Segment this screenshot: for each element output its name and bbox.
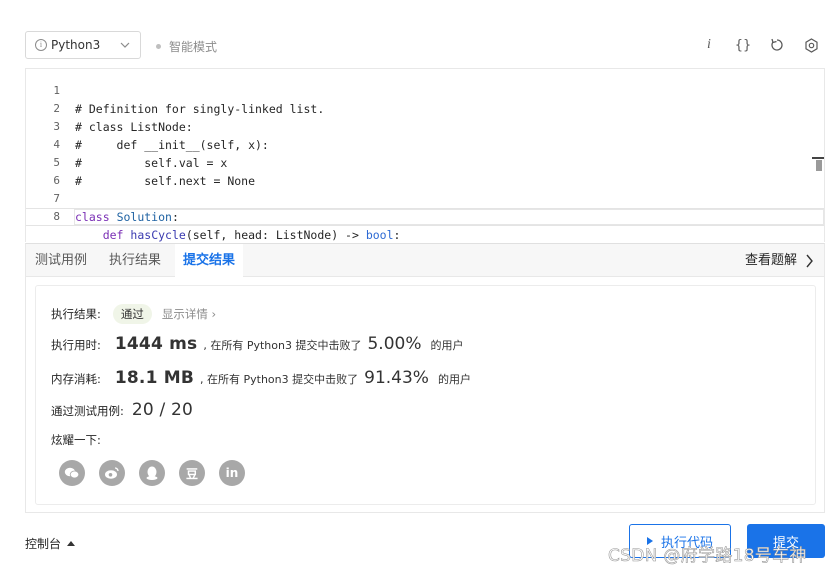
memory-value: 18.1 MB [114,368,195,388]
linkedin-icon[interactable]: in [219,460,245,486]
status-badge: 通过 [112,304,152,324]
memory-row: 内存消耗: 18.1 MB , 在所有 Python3 提交中击败了 91.43… [51,368,471,388]
tests-label: 通过测试用例: [51,404,124,418]
share-label: 炫耀一下: [51,433,101,447]
show-details-link[interactable]: 显示详情 › [162,306,216,322]
wechat-icon[interactable] [59,460,85,486]
caret-up-icon [67,541,76,546]
douban-icon[interactable]: 豆 [179,460,205,486]
code-line: 7 class Solution: [26,172,824,224]
memory-text: , 在所有 Python3 提交中击败了 [200,373,359,386]
code-line: 2 # class ListNode: [26,82,824,134]
info-circle-icon: i [35,39,47,51]
csdn-watermark: CSDN @府学路18号车神 [608,546,807,567]
code-line: 3 # def __init__(self, x): [26,100,824,152]
toolbar-icons: i {} [685,35,821,55]
code-editor[interactable]: 1 # Definition for singly-linked list. 2… [25,68,825,242]
code-line: 4 # self.val = x [26,118,824,170]
memory-label: 内存消耗: [51,372,101,386]
tab-run-result[interactable]: 执行结果 [101,244,169,277]
result-panel-container: 执行结果: 通过 显示详情 › 执行用时: 1444 ms , 在所有 Pyth… [25,277,825,513]
result-tabs: 测试用例 执行结果 提交结果 查看题解 [25,243,825,277]
runtime-value: 1444 ms [114,334,198,354]
result-panel: 执行结果: 通过 显示详情 › 执行用时: 1444 ms , 在所有 Pyth… [35,285,816,505]
share-row: 炫耀一下: [51,432,101,448]
scrollbar-thumb[interactable] [816,160,822,171]
smart-mode-label: 智能模式 [169,40,218,54]
settings-icon[interactable] [801,35,821,55]
console-label: 控制台 [25,537,62,551]
tab-test-cases[interactable]: 测试用例 [27,244,95,277]
tests-value: 20 / 20 [131,400,194,420]
tests-row: 通过测试用例: 20 / 20 [51,400,193,420]
runtime-text: , 在所有 Python3 提交中击败了 [203,339,362,352]
view-solution-link[interactable]: 查看题解 [745,244,814,277]
code-line: 5 # self.next = None [26,136,824,188]
reset-icon[interactable] [767,35,787,55]
view-solution-label: 查看题解 [744,253,797,268]
language-label: Python3 [51,38,101,52]
code-line: 8 def hasCycle(self, head: ListNode) -> … [26,190,824,242]
braces-icon[interactable]: {} [733,35,753,55]
code-line-active: 9 hashmap = [] [26,208,824,226]
language-select[interactable]: i Python3 [25,31,141,59]
editor-scrollbar[interactable] [812,157,824,173]
code-line: 6 [26,154,824,187]
runtime-row: 执行用时: 1444 ms , 在所有 Python3 提交中击败了 5.00%… [51,334,463,354]
runtime-suffix: 的用户 [430,339,464,352]
current-line-highlight [74,209,824,225]
qq-icon[interactable] [139,460,165,486]
code-line: 1 # Definition for singly-linked list. [26,69,824,116]
runtime-percentile: 5.00% [367,334,422,354]
tab-submission-result[interactable]: 提交结果 [175,244,244,277]
runtime-label: 执行用时: [51,338,101,352]
info-italic-icon[interactable]: i [699,35,719,55]
status-row: 执行结果: 通过 显示详情 › [51,304,216,324]
weibo-icon[interactable] [99,460,125,486]
scrollbar-marker [812,157,824,159]
editor-toolbar: i Python3 智能模式 i {} [25,31,825,59]
chevron-right-icon [806,254,813,267]
smart-mode-dot-icon [156,44,161,49]
smart-mode-toggle[interactable]: 智能模式 [156,38,217,55]
console-toggle[interactable]: 控制台 [25,535,76,552]
code-line: 10 while head: [26,226,824,242]
chevron-down-icon [120,42,130,48]
status-label: 执行结果: [51,307,101,321]
memory-percentile: 91.43% [364,368,429,388]
memory-suffix: 的用户 [437,373,471,386]
share-buttons: 豆 in [59,460,259,486]
